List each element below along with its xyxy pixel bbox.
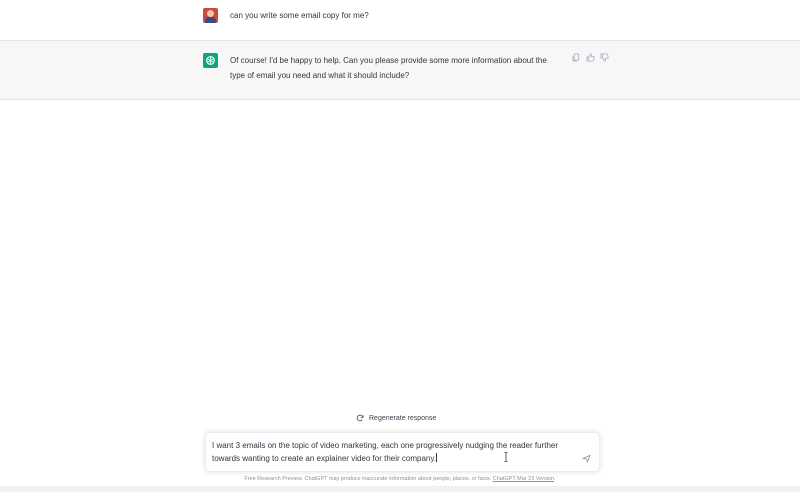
footer-text: Free Research Preview. ChatGPT may produ…	[244, 476, 492, 482]
chatgpt-logo-icon	[203, 53, 218, 68]
text-caret	[435, 453, 437, 462]
regenerate-label: Regenerate response	[369, 414, 437, 422]
i-beam-cursor-icon	[504, 452, 508, 462]
user-message-row: can you write some email copy for me?	[0, 0, 800, 41]
thumbs-up-icon[interactable]	[586, 53, 595, 62]
message-actions	[572, 53, 609, 62]
message-composer[interactable]: I want 3 emails on the topic of video ma…	[205, 432, 600, 472]
avatar-head	[207, 10, 214, 17]
footer-disclaimer: Free Research Preview. ChatGPT may produ…	[0, 476, 800, 482]
regenerate-response-button[interactable]: Regenerate response	[356, 414, 436, 422]
footer-period: .	[554, 476, 556, 482]
refresh-icon	[356, 414, 364, 422]
assistant-message-row: Of course! I'd be happy to help. Can you…	[0, 41, 800, 100]
user-avatar	[203, 8, 218, 23]
thumbs-down-icon[interactable]	[600, 53, 609, 62]
bottom-band	[0, 486, 800, 492]
composer-input[interactable]: I want 3 emails on the topic of video ma…	[212, 439, 572, 465]
user-message-text: can you write some email copy for me?	[230, 11, 369, 20]
copy-icon[interactable]	[572, 53, 581, 62]
send-icon[interactable]	[582, 454, 591, 463]
avatar-body	[205, 17, 216, 23]
version-link[interactable]: ChatGPT Mar 23 Version	[493, 476, 554, 482]
assistant-message-text: Of course! I'd be happy to help. Can you…	[230, 56, 547, 80]
